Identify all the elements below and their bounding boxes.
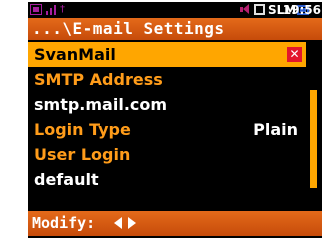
login-type-value: Plain <box>253 120 298 139</box>
scrollbar[interactable] <box>308 42 319 190</box>
list-item-label: User Login <box>34 145 131 164</box>
list-item-smtp-address[interactable]: SMTP Address <box>28 67 306 92</box>
list-item-user-login[interactable]: User Login <box>28 142 306 167</box>
antenna-icon: † <box>60 4 65 15</box>
title-bar: ...\E-mail Settings <box>28 18 322 40</box>
arrow-left-icon[interactable] <box>114 217 122 229</box>
list-item-label: SMTP Address <box>34 70 163 89</box>
list-item-value: default <box>34 170 99 189</box>
list-item-login-type[interactable]: Login Type Plain <box>28 117 306 142</box>
list-item-label: Login Type <box>34 120 131 139</box>
page-title: ...\E-mail Settings <box>32 19 225 38</box>
close-icon[interactable]: ✕ <box>287 47 302 62</box>
arrow-right-icon[interactable] <box>128 217 136 229</box>
box-icon <box>254 4 265 15</box>
status-bar: † SLM 19:56 <box>28 2 322 18</box>
list-item-label: SvanMail <box>34 45 116 64</box>
list-item-svanmail[interactable]: SvanMail ✕ <box>28 42 306 67</box>
device-frame: † SLM 19:56 ...\E-mail Settings SvanMail… <box>0 0 325 240</box>
list-item-value: smtp.mail.com <box>34 95 168 114</box>
list-item-smtp-value[interactable]: smtp.mail.com <box>28 92 306 117</box>
lcd-screen: † SLM 19:56 ...\E-mail Settings SvanMail… <box>28 2 322 238</box>
clock-time: 19:56 <box>282 3 321 17</box>
memory-card-icon <box>30 4 42 15</box>
speaker-icon <box>240 4 250 15</box>
modify-hint: Modify: <box>32 214 96 232</box>
settings-list: SvanMail ✕ SMTP Address smtp.mail.com Lo… <box>28 42 306 192</box>
list-item-user-login-value[interactable]: default <box>28 167 306 192</box>
scrollbar-thumb[interactable] <box>310 90 317 188</box>
signal-bars-icon <box>46 4 56 15</box>
bottom-bar: Modify: <box>28 211 322 236</box>
